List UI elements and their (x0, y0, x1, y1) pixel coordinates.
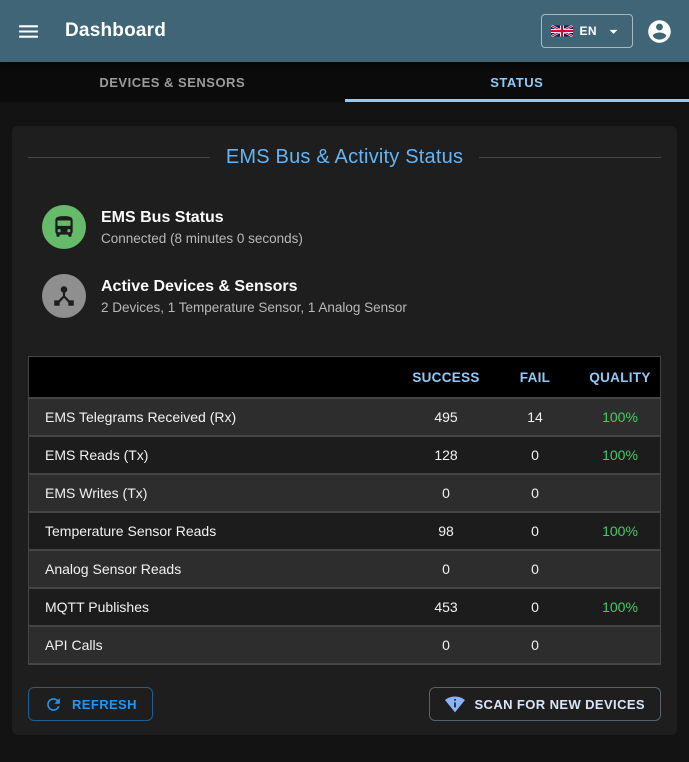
tab-label: DEVICES & SENSORS (99, 75, 245, 90)
stat-quality-value: 100% (580, 447, 660, 463)
menu-button[interactable] (16, 19, 41, 44)
stat-success-value: 495 (402, 409, 490, 425)
stat-label: EMS Writes (Tx) (29, 485, 402, 501)
stat-quality-value: 100% (580, 409, 660, 425)
divider-line (479, 157, 661, 158)
stat-success-value: 0 (402, 485, 490, 501)
ems-bus-status-item: EMS Bus Status Connected (8 minutes 0 se… (42, 205, 661, 249)
stat-success-value: 98 (402, 523, 490, 539)
card-title-row: EMS Bus & Activity Status (28, 146, 661, 169)
table-body: EMS Telegrams Received (Rx) 495 14 100% … (29, 397, 660, 663)
scan-wifi-icon (445, 694, 465, 714)
divider-line (28, 157, 210, 158)
account-circle-icon (646, 18, 673, 45)
stat-success-value: 453 (402, 599, 490, 615)
uk-flag-icon (551, 25, 573, 37)
chevron-down-icon (604, 22, 623, 41)
stat-label: Temperature Sensor Reads (29, 523, 402, 539)
table-row: EMS Writes (Tx) 0 0 (29, 473, 660, 511)
app-header: Dashboard EN (0, 0, 689, 62)
refresh-icon (44, 695, 63, 714)
tab-bar: DEVICES & SENSORS STATUS (0, 62, 689, 102)
language-selector[interactable]: EN (541, 14, 633, 48)
stat-fail-value: 0 (490, 561, 580, 577)
table-row: EMS Telegrams Received (Rx) 495 14 100% (29, 397, 660, 435)
stat-label: MQTT Publishes (29, 599, 402, 615)
column-header-quality: QUALITY (580, 370, 660, 385)
stat-success-value: 128 (402, 447, 490, 463)
stat-label: EMS Reads (Tx) (29, 447, 402, 463)
table-row: API Calls 0 0 (29, 625, 660, 663)
activity-stats-table: SUCCESS FAIL QUALITY EMS Telegrams Recei… (28, 356, 661, 665)
column-header-fail: FAIL (490, 370, 580, 385)
stat-fail-value: 14 (490, 409, 580, 425)
scan-for-new-devices-button[interactable]: SCAN FOR NEW DEVICES (429, 687, 661, 721)
refresh-button-label: REFRESH (72, 697, 137, 712)
card-actions: REFRESH SCAN FOR NEW DEVICES (28, 687, 661, 721)
status-page: EMS Bus & Activity Status EMS Bus Status… (0, 102, 689, 735)
stat-success-value: 0 (402, 561, 490, 577)
page-title: Dashboard (65, 20, 166, 42)
table-row: Temperature Sensor Reads 98 0 100% (29, 511, 660, 549)
stat-label: EMS Telegrams Received (Rx) (29, 409, 402, 425)
tab-label: STATUS (490, 75, 543, 90)
tab-devices-sensors[interactable]: DEVICES & SENSORS (0, 62, 345, 102)
table-row: Analog Sensor Reads 0 0 (29, 549, 660, 587)
stat-success-value: 0 (402, 637, 490, 653)
table-header-row: SUCCESS FAIL QUALITY (29, 357, 660, 397)
active-tab-indicator (345, 99, 689, 102)
stat-label: Analog Sensor Reads (29, 561, 402, 577)
scan-button-label: SCAN FOR NEW DEVICES (474, 697, 645, 712)
stat-fail-value: 0 (490, 523, 580, 539)
refresh-button[interactable]: REFRESH (28, 687, 153, 721)
status-list: EMS Bus Status Connected (8 minutes 0 se… (28, 205, 661, 318)
stat-label: API Calls (29, 637, 402, 653)
stat-fail-value: 0 (490, 637, 580, 653)
stat-fail-value: 0 (490, 447, 580, 463)
status-subtitle: Connected (8 minutes 0 seconds) (101, 231, 303, 246)
stat-quality-value: 100% (580, 523, 660, 539)
table-row: MQTT Publishes 453 0 100% (29, 587, 660, 625)
account-button[interactable] (646, 18, 673, 45)
stat-quality-value: 100% (580, 599, 660, 615)
status-text: EMS Bus Status Connected (8 minutes 0 se… (101, 209, 303, 246)
status-title: EMS Bus Status (101, 209, 303, 227)
table-row: EMS Reads (Tx) 128 0 100% (29, 435, 660, 473)
card-title: EMS Bus & Activity Status (226, 146, 463, 169)
tab-status[interactable]: STATUS (345, 62, 689, 102)
status-card: EMS Bus & Activity Status EMS Bus Status… (12, 126, 677, 735)
bus-icon (42, 205, 86, 249)
status-subtitle: 2 Devices, 1 Temperature Sensor, 1 Analo… (101, 300, 407, 315)
column-header-success: SUCCESS (402, 370, 490, 385)
device-hub-icon (42, 274, 86, 318)
status-title: Active Devices & Sensors (101, 278, 407, 296)
stat-fail-value: 0 (490, 485, 580, 501)
active-devices-status-item: Active Devices & Sensors 2 Devices, 1 Te… (42, 274, 661, 318)
stat-fail-value: 0 (490, 599, 580, 615)
menu-icon (16, 19, 41, 44)
language-label: EN (580, 24, 597, 38)
status-text: Active Devices & Sensors 2 Devices, 1 Te… (101, 278, 407, 315)
